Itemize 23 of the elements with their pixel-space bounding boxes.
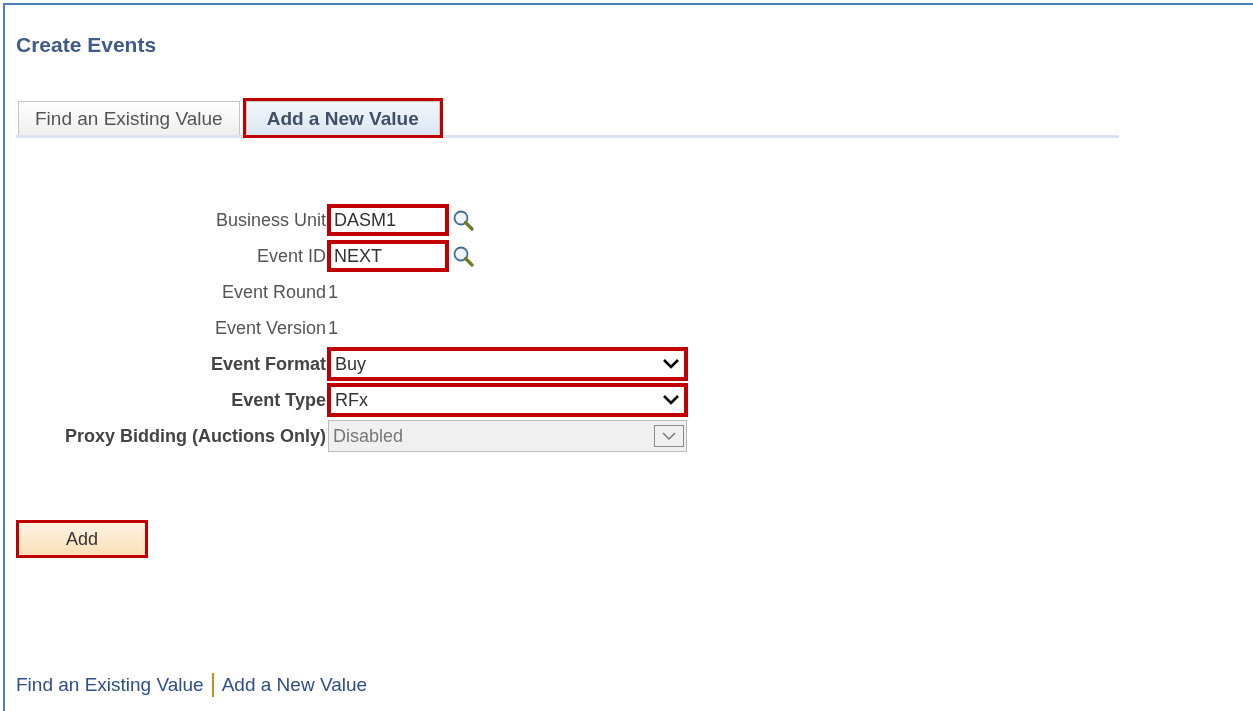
field-value: 1 [328,317,338,339]
footer-link[interactable]: Add a New Value [221,674,368,696]
field-label: Event Format [209,353,327,376]
field-label: Proxy Bidding (Auctions Only) [64,425,327,448]
tab[interactable]: Find an Existing Value [18,101,240,135]
field-label: Event ID [255,245,327,268]
chevron-down-icon[interactable] [662,358,680,370]
search-icon[interactable] [452,245,474,267]
text-input-field[interactable]: DASM1 [328,205,448,235]
field-value: 1 [328,281,338,303]
search-icon[interactable] [452,209,474,231]
dropdown-field[interactable]: RFx [328,384,687,416]
text-input-field[interactable]: NEXT [328,241,448,271]
field-label: Business Unit [214,209,327,232]
field-label: Event Round [220,281,327,304]
footer-link[interactable]: Find an Existing Value [16,674,204,696]
field-label: Event Version [213,317,327,340]
field-label: Event Type [230,389,327,412]
tab[interactable]: Add a New Value [245,101,440,135]
page-title: Create Events [16,33,158,57]
add-button[interactable]: Add [16,520,148,558]
chevron-down-icon[interactable] [662,394,680,406]
dropdown-field[interactable]: Buy [328,348,687,380]
